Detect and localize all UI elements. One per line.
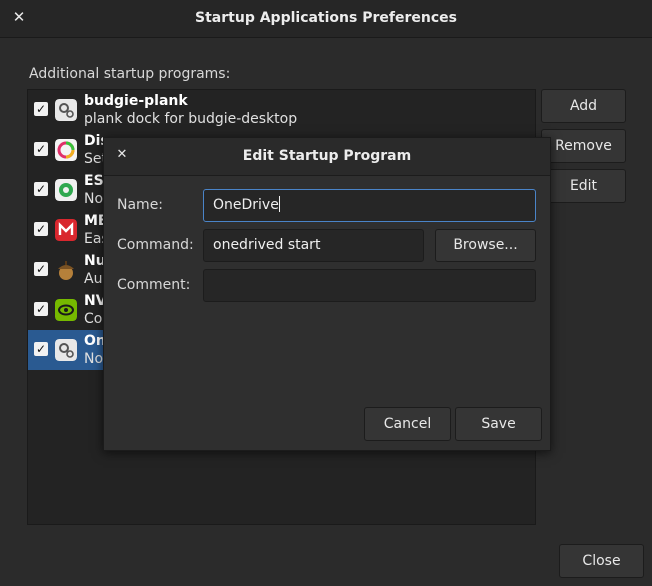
display-color-icon [55, 139, 77, 161]
list-item[interactable]: ✓ budgie-plank plank dock for budgie-des… [28, 90, 535, 130]
comment-label: Comment: [117, 277, 191, 293]
program-description: No [84, 351, 104, 367]
save-button[interactable]: Save [455, 407, 542, 441]
enable-checkbox[interactable]: ✓ [34, 302, 48, 316]
es-icon [55, 179, 77, 201]
program-description: Au [84, 271, 103, 287]
edit-startup-program-dialog: ✕ Edit Startup Program Name: OneDrive Co… [103, 137, 551, 451]
edit-button[interactable]: Edit [541, 169, 626, 203]
gear-icon [55, 99, 77, 121]
add-button[interactable]: Add [541, 89, 626, 123]
command-field[interactable]: onedrived start [203, 229, 424, 262]
program-name: ES [84, 173, 104, 189]
close-button[interactable]: Close [559, 544, 644, 578]
acorn-icon [55, 259, 77, 281]
enable-checkbox[interactable]: ✓ [34, 102, 48, 116]
enable-checkbox[interactable]: ✓ [34, 342, 48, 356]
name-value: OneDrive [213, 197, 279, 213]
window-title: Startup Applications Preferences [195, 10, 457, 26]
program-description: Co [84, 311, 103, 327]
name-label: Name: [117, 197, 164, 213]
comment-field[interactable] [203, 269, 536, 302]
program-description: plank dock for budgie-desktop [84, 111, 298, 127]
command-value: onedrived start [213, 237, 321, 253]
nvidia-icon [55, 299, 77, 321]
enable-checkbox[interactable]: ✓ [34, 182, 48, 196]
name-field[interactable]: OneDrive [203, 189, 536, 222]
text-caret [278, 196, 280, 212]
dialog-title: Edit Startup Program [242, 148, 412, 164]
mega-icon [55, 219, 77, 241]
command-label: Command: [117, 237, 194, 253]
browse-button[interactable]: Browse... [435, 229, 536, 262]
enable-checkbox[interactable]: ✓ [34, 262, 48, 276]
program-description: No [84, 191, 104, 207]
dialog-titlebar: ✕ Edit Startup Program [104, 138, 550, 176]
gear-icon [55, 339, 77, 361]
section-label: Additional startup programs: [29, 66, 231, 82]
enable-checkbox[interactable]: ✓ [34, 222, 48, 236]
program-name: budgie-plank [84, 93, 188, 109]
enable-checkbox[interactable]: ✓ [34, 142, 48, 156]
cancel-button[interactable]: Cancel [364, 407, 451, 441]
remove-button[interactable]: Remove [541, 129, 626, 163]
window-titlebar: ✕ Startup Applications Preferences [0, 0, 652, 38]
